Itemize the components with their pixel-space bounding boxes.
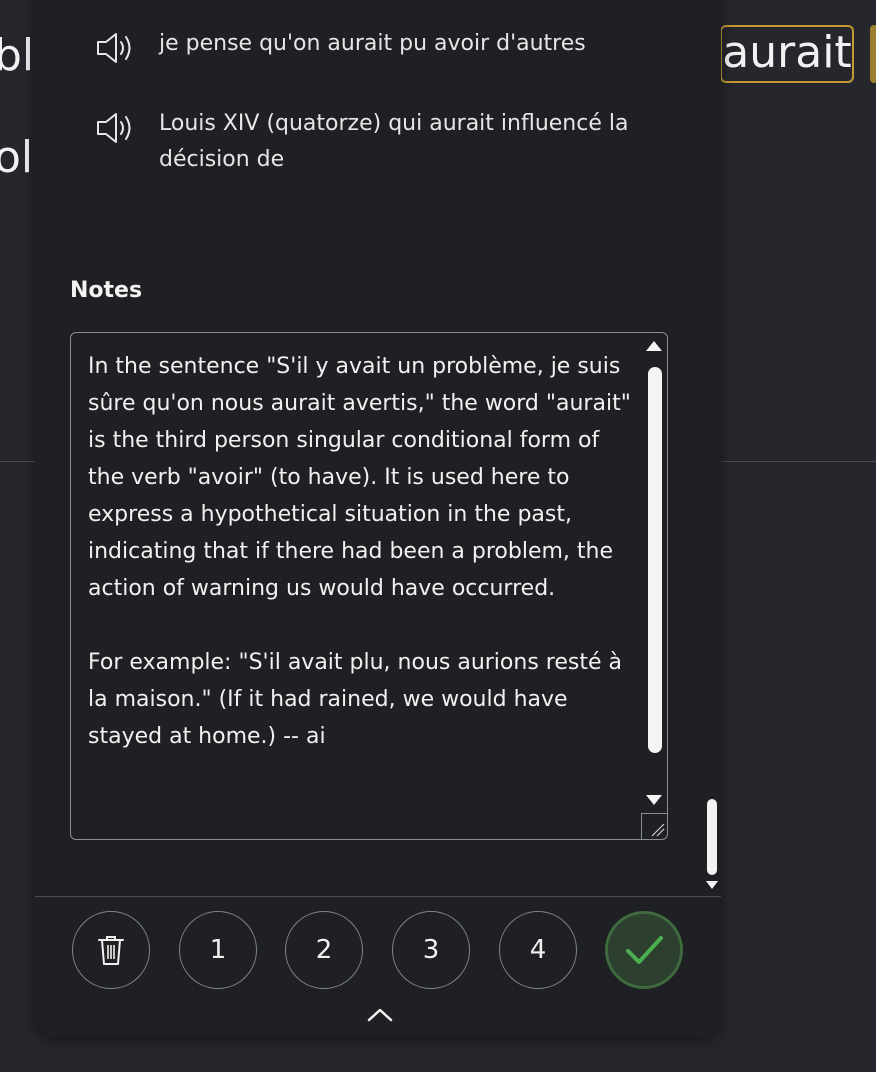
checkmark-icon (626, 936, 663, 964)
scroll-down-arrow-icon[interactable] (705, 880, 719, 890)
background-divider (0, 461, 35, 462)
rating-button-2[interactable]: 2 (285, 911, 363, 989)
notes-scrollbar-thumb[interactable] (648, 367, 662, 753)
word-popup-panel: je pense qu'on aurait pu avoir d'autres … (35, 0, 721, 1037)
notes-text[interactable]: In the sentence "S'il y avait un problèm… (88, 348, 636, 755)
example-sentence: Louis XIV (quatorze) qui aurait influenc… (95, 106, 659, 178)
trash-icon (98, 936, 124, 965)
background-text-fragment: bl (0, 30, 35, 81)
scroll-up-arrow-icon[interactable] (645, 339, 663, 353)
scroll-down-arrow-icon[interactable] (645, 793, 663, 807)
footer-divider (35, 896, 721, 897)
chevron-up-icon[interactable] (365, 1004, 395, 1024)
delete-button[interactable] (72, 911, 150, 989)
notes-label: Notes (70, 278, 143, 303)
next-word-highlight[interactable] (870, 25, 876, 83)
example-text: Louis XIV (quatorze) qui aurait influenc… (159, 111, 629, 172)
background-text-fragment: ol (0, 132, 34, 183)
speaker-icon[interactable] (95, 110, 135, 146)
rating-button-1[interactable]: 1 (179, 911, 257, 989)
example-text: je pense qu'on aurait pu avoir d'autres (159, 31, 586, 56)
rating-button-4[interactable]: 4 (499, 911, 577, 989)
speaker-icon[interactable] (95, 30, 135, 66)
example-sentence: je pense qu'on aurait pu avoir d'autres (95, 26, 659, 66)
panel-scrollbar-thumb[interactable] (707, 799, 717, 875)
resize-handle-icon[interactable] (641, 813, 667, 839)
highlighted-word[interactable]: aurait (720, 25, 854, 83)
rating-button-3[interactable]: 3 (392, 911, 470, 989)
confirm-button[interactable] (605, 911, 683, 989)
background-divider (721, 461, 876, 462)
notes-textarea[interactable]: In the sentence "S'il y avait un problèm… (70, 332, 668, 840)
